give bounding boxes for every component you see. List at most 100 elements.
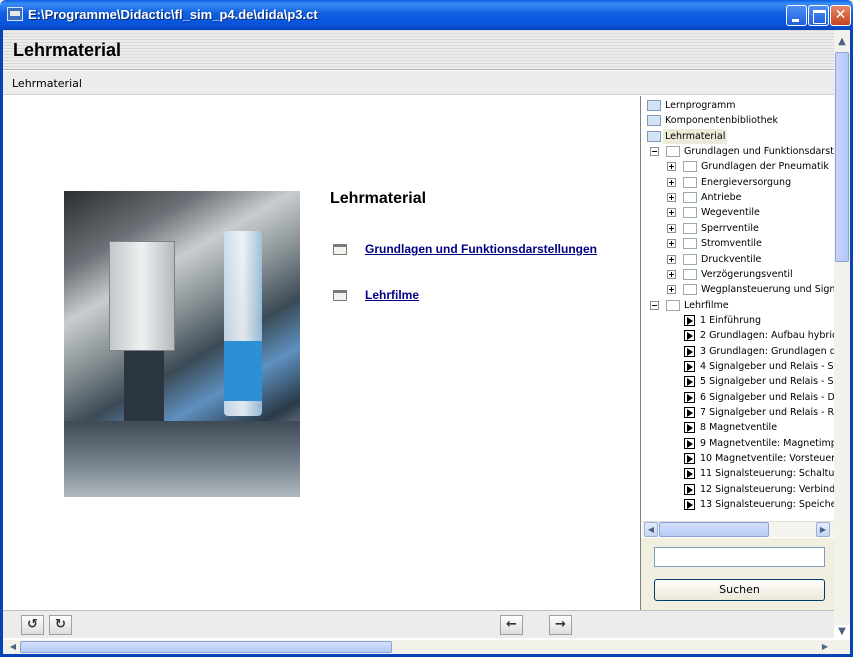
folder-icon [683,161,697,173]
maximize-button[interactable] [808,5,829,26]
tree-item-label[interactable]: 4 Signalgeber und Relais - Sig [700,359,835,374]
tree-horizontal-scrollbar[interactable]: ◀ ▶ [642,521,834,537]
tree-item-label[interactable]: 3 Grundlagen: Grundlagen de [700,344,835,359]
scroll-right-icon[interactable]: ▶ [818,640,832,654]
tree-item-label[interactable]: 1 Einführung [700,313,761,328]
navigation-panel: Lernprogramm Komponentenbibliothek Lehrmat… [640,96,835,610]
tree-item-label[interactable]: Wegeventile [701,205,760,220]
tree-item-label[interactable]: 9 Magnetventile: Magnetimpu [700,436,835,451]
expand-icon[interactable] [667,162,676,172]
scroll-left-icon[interactable]: ◀ [6,640,20,654]
back-arrow-icon: ← [506,617,517,632]
scroll-right-icon[interactable]: ▶ [816,522,830,537]
play-icon [684,360,695,372]
tree-item-label[interactable]: Komponentenbibliothek [665,113,778,128]
search-input[interactable] [654,547,825,567]
play-icon [684,391,695,403]
play-icon [684,483,695,495]
folder-icon [683,268,697,280]
expand-icon[interactable] [667,208,676,218]
scrollbar-thumb[interactable] [20,641,392,653]
folder-icon [683,253,697,265]
tree-item-label[interactable]: 12 Signalsteuerung: Verbindu [700,482,835,497]
content-area: Lehrmaterial Grundlagen und Funktionsdar… [3,96,640,610]
tree-item-label[interactable]: Verzögerungsventil [701,267,793,282]
folder-icon [683,192,697,204]
tree-item-label[interactable]: Lernprogramm [665,98,736,113]
refresh-icon: ↻ [55,617,66,632]
folder-icon [333,290,347,301]
expand-icon[interactable] [667,254,676,264]
breadcrumb-bar: Lehrmaterial [3,71,834,95]
tree-item-label[interactable]: Antriebe [701,190,742,205]
window-titlebar[interactable]: E:\Programme\Didactic\fl_sim_p4.de\dida\… [0,0,853,30]
tree-item-label[interactable]: 13 Signalsteuerung: Speicher [700,497,835,512]
navigation-tree[interactable]: Lernprogramm Komponentenbibliothek Lehrmat… [641,96,835,519]
tree-item-label[interactable]: Druckventile [701,252,761,267]
collapse-icon[interactable] [650,147,659,157]
tree-item-label[interactable]: 2 Grundlagen: Aufbau hybrid [700,328,835,343]
vertical-scrollbar[interactable]: ▲ ▼ [834,30,850,637]
content-title: Lehrmaterial [330,190,427,207]
expand-icon[interactable] [667,193,676,203]
pneumatic-equipment-photo [64,191,300,497]
play-icon [684,314,695,326]
reload-button[interactable]: ↺ [21,615,44,635]
expand-icon[interactable] [667,285,676,295]
folder-icon [683,176,697,188]
tree-item-label[interactable]: 6 Signalgeber und Relais - Dr [700,390,835,405]
tree-item-label[interactable]: Lehrmaterial [663,128,728,144]
link-label[interactable]: Grundlagen und Funktionsdarstellungen [365,242,597,256]
forward-button[interactable]: → [549,615,572,635]
link-label[interactable]: Lehrfilme [365,288,419,302]
scroll-left-icon[interactable]: ◀ [644,522,658,537]
close-icon: ✕ [834,7,847,23]
play-icon [684,499,695,511]
scrollbar-thumb[interactable] [835,52,849,262]
folder-icon [666,299,680,311]
tree-item-label[interactable]: 11 Signalsteuerung: Schaltur [700,466,835,481]
back-button[interactable]: ← [500,615,523,635]
horizontal-scrollbar[interactable]: ◀ ▶ [3,640,850,654]
tree-item-label[interactable]: 8 Magnetventile [700,420,777,435]
scrollbar-thumb[interactable] [659,522,769,537]
collapse-icon[interactable] [650,300,659,310]
close-button[interactable]: ✕ [830,5,851,26]
breadcrumb: Lehrmaterial [12,77,82,90]
navigation-toolbar: ↺ ↻ ← → [3,610,834,638]
expand-icon[interactable] [667,239,676,249]
search-panel: Suchen [641,538,835,610]
play-icon [684,345,695,357]
tree-item-label[interactable]: Stromventile [701,236,762,251]
scroll-up-icon[interactable]: ▲ [834,34,850,50]
window-title: E:\Programme\Didactic\fl_sim_p4.de\dida\… [28,7,318,22]
app-icon [7,7,23,21]
tree-item-label[interactable]: Wegplansteuerung und Signa [701,282,835,297]
expand-icon[interactable] [667,223,676,233]
folder-icon [666,146,680,158]
folder-icon [683,222,697,234]
play-icon [684,437,695,449]
refresh-button[interactable]: ↻ [49,615,72,635]
tree-item-label[interactable]: 7 Signalgeber und Relais - Re [700,405,835,420]
scroll-down-icon[interactable]: ▼ [834,624,850,640]
tree-item-label[interactable]: 10 Magnetventile: Vorsteuer [700,451,835,466]
tree-item-label[interactable]: 5 Signalgeber und Relais - Sig [700,374,835,389]
reload-icon: ↺ [27,617,38,632]
folder-icon [647,115,661,127]
play-icon [684,330,695,342]
folder-icon [647,130,661,142]
tree-item-label[interactable]: Energieversorgung [701,175,791,190]
folder-icon [333,244,347,255]
tree-item-label[interactable]: Grundlagen der Pneumatik [701,159,829,174]
tree-item-label[interactable]: Sperrventile [701,221,759,236]
expand-icon[interactable] [667,269,676,279]
search-button[interactable]: Suchen [654,579,825,601]
tree-item-label[interactable]: Lehrfilme [684,298,729,313]
folder-icon [683,238,697,250]
play-icon [684,468,695,480]
expand-icon[interactable] [667,177,676,187]
minimize-button[interactable] [786,5,807,26]
tree-item-label[interactable]: Grundlagen und Funktionsdarstel [684,144,835,159]
play-icon [684,453,695,465]
